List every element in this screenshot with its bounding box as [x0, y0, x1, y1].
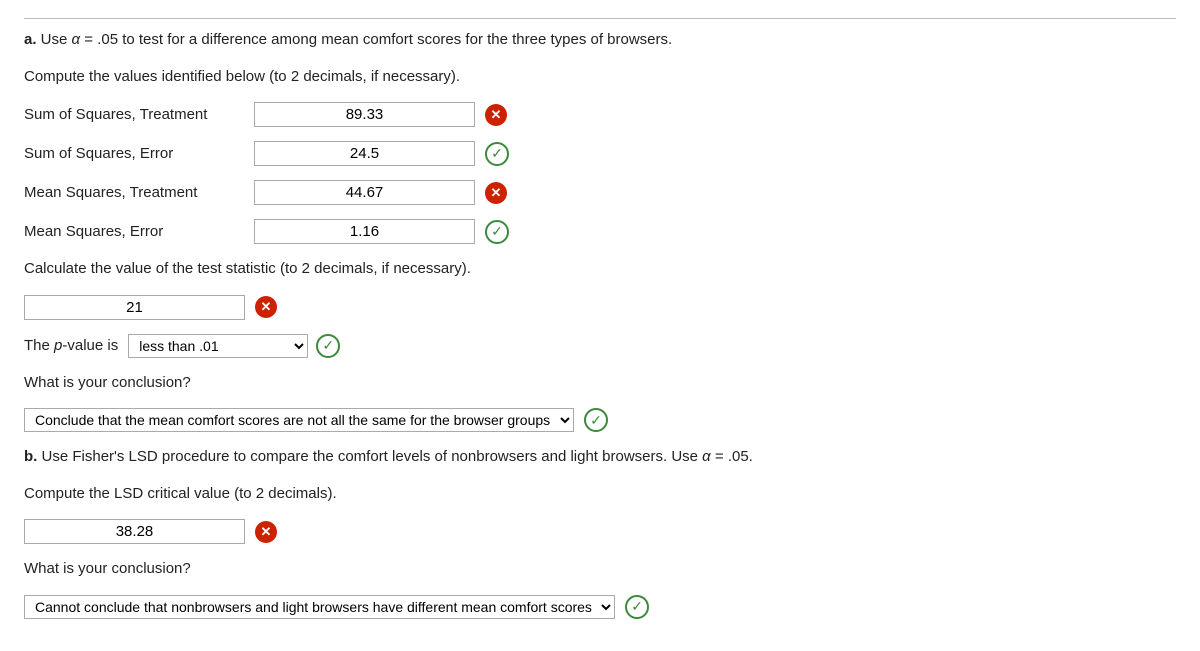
test-statistic-input[interactable]: [24, 295, 245, 320]
test-statistic-instruction: Calculate the value of the test statisti…: [24, 258, 1176, 281]
test-statistic-row: ✕: [24, 295, 1176, 320]
conclusion2-select[interactable]: Cannot conclude that nonbrowsers and lig…: [24, 595, 615, 619]
conclusion1-check-icon: ✓: [584, 408, 608, 432]
sum-squares-error-row: Sum of Squares, Error ✓: [24, 141, 1176, 166]
mean-squares-treatment-row: Mean Squares, Treatment ✕: [24, 180, 1176, 205]
sum-squares-error-label: Sum of Squares, Error: [24, 145, 244, 162]
conclusion1-row: Conclude that the mean comfort scores ar…: [24, 408, 1176, 432]
part-a-intro: a. Use α = .05 to test for a difference …: [24, 18, 1176, 52]
mean-squares-treatment-error-icon: ✕: [485, 182, 507, 204]
instruction1: Compute the values identified below (to …: [24, 66, 1176, 89]
lsd-row: ✕: [24, 519, 1176, 544]
sum-squares-treatment-error-icon: ✕: [485, 104, 507, 126]
conclusion1-question: What is your conclusion?: [24, 372, 1176, 395]
mean-squares-treatment-input[interactable]: [254, 180, 475, 205]
pvalue-check-icon: ✓: [316, 334, 340, 358]
pvalue-row: The p-value is less than .01 .01 to .05 …: [24, 334, 1176, 358]
mean-squares-error-label: Mean Squares, Error: [24, 223, 244, 240]
conclusion2-question: What is your conclusion?: [24, 558, 1176, 581]
test-statistic-error-icon: ✕: [255, 296, 277, 318]
sum-squares-treatment-input[interactable]: [254, 102, 475, 127]
mean-squares-error-input[interactable]: [254, 219, 475, 244]
lsd-instruction: Compute the LSD critical value (to 2 dec…: [24, 483, 1176, 506]
mean-squares-error-row: Mean Squares, Error ✓: [24, 219, 1176, 244]
lsd-error-icon: ✕: [255, 521, 277, 543]
conclusion1-select[interactable]: Conclude that the mean comfort scores ar…: [24, 408, 574, 432]
conclusion2-row: Cannot conclude that nonbrowsers and lig…: [24, 595, 1176, 619]
lsd-input[interactable]: [24, 519, 245, 544]
sum-squares-error-input[interactable]: [254, 141, 475, 166]
mean-squares-error-check-icon: ✓: [485, 220, 509, 244]
pvalue-dropdown-wrap: less than .01 .01 to .05 .05 to .10 grea…: [128, 334, 340, 358]
mean-squares-treatment-label: Mean Squares, Treatment: [24, 184, 244, 201]
pvalue-select[interactable]: less than .01 .01 to .05 .05 to .10 grea…: [128, 334, 308, 358]
part-b-intro: b. Use Fisher's LSD procedure to compare…: [24, 446, 1176, 469]
pvalue-prefix: The p-value is: [24, 337, 118, 354]
sum-squares-treatment-row: Sum of Squares, Treatment ✕: [24, 102, 1176, 127]
conclusion2-check-icon: ✓: [625, 595, 649, 619]
sum-squares-error-check-icon: ✓: [485, 142, 509, 166]
sum-squares-treatment-label: Sum of Squares, Treatment: [24, 106, 244, 123]
